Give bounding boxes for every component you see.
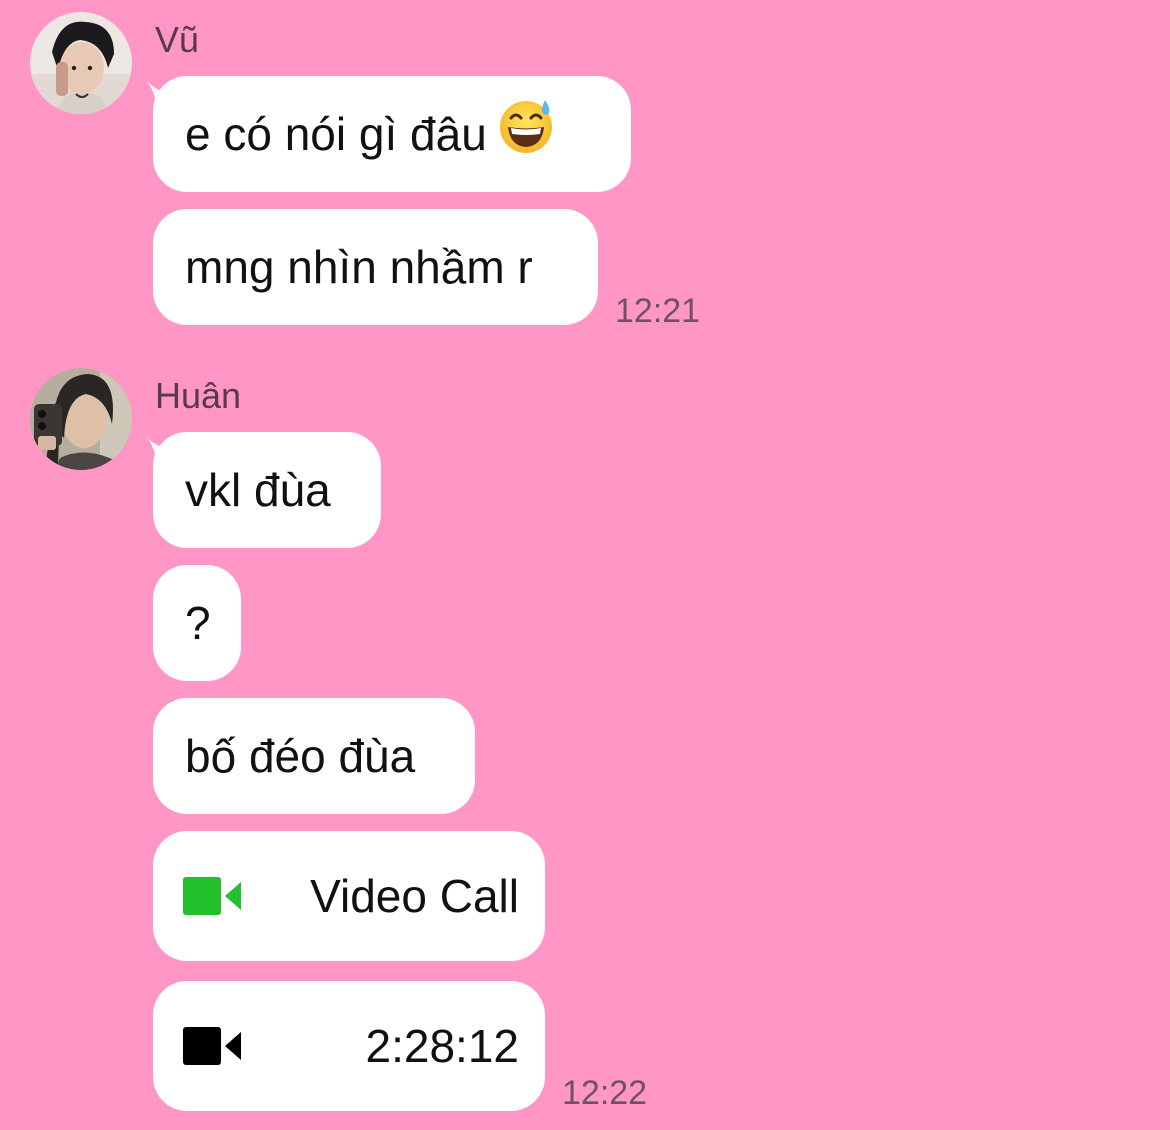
message-text: mng nhìn nhầm r — [185, 241, 533, 293]
video-camera-icon — [183, 877, 241, 915]
message-bubble[interactable]: mng nhìn nhầm r — [153, 209, 598, 325]
message-text: bố đéo đùa — [185, 730, 416, 782]
message-timestamp: 12:22 — [562, 1074, 648, 1112]
call-duration-bubble[interactable]: 2:28:12 — [153, 981, 545, 1111]
message-text: vkl đùa — [185, 464, 331, 516]
sender-name: Vũ — [155, 19, 200, 60]
avatar[interactable] — [30, 12, 132, 114]
message-text: ? — [185, 597, 211, 649]
video-call-label: Video Call — [310, 870, 519, 922]
sender-name: Huân — [155, 375, 242, 416]
video-call-bubble[interactable]: Video Call — [153, 831, 545, 961]
message-text: e có nói gì đâu — [185, 108, 487, 160]
message-bubble[interactable]: bố đéo đùa — [153, 698, 475, 814]
avatar[interactable] — [30, 368, 132, 470]
message-bubble[interactable]: ? — [153, 565, 241, 681]
grinning-face-with-sweat-icon — [497, 96, 555, 165]
message-bubble[interactable]: vkl đùa — [153, 432, 381, 548]
video-camera-icon — [183, 1027, 241, 1065]
call-duration: 2:28:12 — [365, 1020, 519, 1072]
message-timestamp: 12:21 — [615, 292, 701, 330]
message-bubble[interactable]: e có nói gì đâu — [153, 76, 631, 192]
